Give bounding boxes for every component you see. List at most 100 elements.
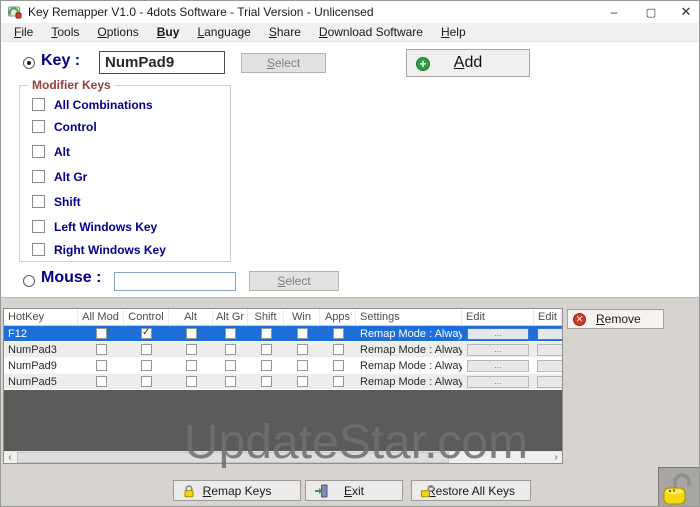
menu-language[interactable]: Language bbox=[188, 24, 259, 40]
modifier-keys-group: Modifier Keys All Combinations Control A… bbox=[19, 85, 231, 262]
alt-checkbox[interactable] bbox=[186, 376, 197, 387]
table-row[interactable]: NumPad5 Remap Mode : Always ... bbox=[4, 374, 562, 390]
alt-gr-checkbox[interactable] bbox=[32, 170, 45, 183]
column-apps[interactable]: Apps bbox=[320, 309, 356, 325]
exit-button[interactable]: Exit bbox=[305, 480, 403, 501]
left-windows-key-checkbox[interactable] bbox=[32, 220, 45, 233]
modifier-control[interactable]: Control bbox=[32, 119, 97, 134]
column-control[interactable]: Control bbox=[124, 309, 169, 325]
edit2-button[interactable] bbox=[537, 344, 562, 356]
column-alt-gr[interactable]: Alt Gr bbox=[213, 309, 248, 325]
table-row[interactable]: NumPad3 Remap Mode : Always ... bbox=[4, 342, 562, 358]
menu-download-software[interactable]: Download Software bbox=[310, 24, 432, 40]
alt-checkbox[interactable] bbox=[32, 145, 45, 158]
scroll-right-icon[interactable]: › bbox=[550, 452, 562, 463]
control-checkbox[interactable] bbox=[32, 120, 45, 133]
table-row[interactable]: NumPad9 Remap Mode : Always ... bbox=[4, 358, 562, 374]
restore-all-keys-button[interactable]: Restore All Keys bbox=[411, 480, 531, 501]
apps-checkbox[interactable] bbox=[333, 360, 344, 371]
edit-button[interactable]: ... bbox=[467, 376, 529, 388]
win-checkbox[interactable] bbox=[297, 376, 308, 387]
shift-checkbox[interactable] bbox=[261, 376, 272, 387]
horizontal-scrollbar[interactable]: ‹ › bbox=[4, 451, 562, 463]
modifier-all-combinations[interactable]: All Combinations bbox=[32, 97, 153, 112]
control-checkbox[interactable] bbox=[141, 328, 152, 339]
menu-help[interactable]: Help bbox=[432, 24, 475, 40]
shift-checkbox[interactable] bbox=[261, 328, 272, 339]
alt-checkbox[interactable] bbox=[186, 344, 197, 355]
shift-checkbox[interactable] bbox=[261, 344, 272, 355]
right-windows-key-checkbox[interactable] bbox=[32, 243, 45, 256]
remove-button[interactable]: ✕ Remove bbox=[567, 309, 664, 329]
apps-checkbox[interactable] bbox=[333, 376, 344, 387]
edit2-button[interactable] bbox=[537, 360, 562, 372]
menu-share[interactable]: Share bbox=[260, 24, 310, 40]
apps-checkbox[interactable] bbox=[333, 344, 344, 355]
win-checkbox[interactable] bbox=[297, 360, 308, 371]
column-all-mod[interactable]: All Mod bbox=[78, 309, 124, 325]
hotkey-cell: NumPad3 bbox=[4, 342, 78, 357]
minimize-button[interactable]: – bbox=[599, 1, 629, 23]
column-edit2[interactable]: Edit F bbox=[534, 309, 562, 325]
column-win[interactable]: Win bbox=[284, 309, 320, 325]
control-checkbox[interactable] bbox=[141, 360, 152, 371]
exit-door-icon bbox=[314, 484, 328, 498]
all-mod-checkbox[interactable] bbox=[96, 376, 107, 387]
column-settings[interactable]: Settings bbox=[356, 309, 462, 325]
all-combinations-checkbox[interactable] bbox=[32, 98, 45, 111]
shift-checkbox[interactable] bbox=[261, 360, 272, 371]
column-edit[interactable]: Edit bbox=[462, 309, 534, 325]
apps-checkbox[interactable] bbox=[333, 328, 344, 339]
edit-button[interactable]: ... bbox=[467, 360, 529, 372]
all-mod-checkbox[interactable] bbox=[96, 344, 107, 355]
hotkey-cell: NumPad9 bbox=[4, 358, 78, 373]
alt-gr-checkbox[interactable] bbox=[225, 344, 236, 355]
win-checkbox[interactable] bbox=[297, 328, 308, 339]
settings-cell: Remap Mode : Always bbox=[356, 374, 462, 389]
scroll-left-icon[interactable]: ‹ bbox=[4, 452, 16, 463]
maximize-button[interactable]: ▢ bbox=[636, 1, 666, 23]
mouse-select-button[interactable]: Select bbox=[249, 271, 339, 291]
modifier-alt-gr[interactable]: Alt Gr bbox=[32, 169, 87, 184]
control-checkbox[interactable] bbox=[141, 344, 152, 355]
close-button[interactable]: ✕ bbox=[671, 1, 700, 23]
window-title: Key Remapper V1.0 - 4dots Software - Tri… bbox=[28, 5, 374, 19]
alt-checkbox[interactable] bbox=[186, 360, 197, 371]
alt-gr-checkbox[interactable] bbox=[225, 376, 236, 387]
column-hotkey[interactable]: HotKey bbox=[4, 309, 78, 325]
scrollbar-thumb[interactable] bbox=[17, 452, 449, 463]
all-mod-checkbox[interactable] bbox=[96, 328, 107, 339]
control-checkbox[interactable] bbox=[141, 376, 152, 387]
open-padlock-icon bbox=[420, 484, 434, 498]
alt-checkbox[interactable] bbox=[186, 328, 197, 339]
key-select-button[interactable]: Select bbox=[241, 53, 326, 73]
trial-lock-button[interactable] bbox=[658, 467, 700, 507]
column-alt[interactable]: Alt bbox=[169, 309, 213, 325]
edit-button[interactable]: ... bbox=[467, 344, 529, 356]
modifier-left-windows-key[interactable]: Left Windows Key bbox=[32, 219, 157, 234]
modifier-shift[interactable]: Shift bbox=[32, 194, 81, 209]
all-mod-checkbox[interactable] bbox=[96, 360, 107, 371]
modifier-right-windows-key[interactable]: Right Windows Key bbox=[32, 242, 166, 257]
mouse-radio[interactable] bbox=[23, 275, 35, 287]
edit2-button[interactable] bbox=[537, 328, 562, 340]
remap-keys-button[interactable]: Remap Keys bbox=[173, 480, 301, 501]
alt-gr-checkbox[interactable] bbox=[225, 360, 236, 371]
modifier-alt[interactable]: Alt bbox=[32, 144, 70, 159]
key-radio[interactable] bbox=[23, 57, 35, 69]
alt-gr-checkbox[interactable] bbox=[225, 328, 236, 339]
column-shift[interactable]: Shift bbox=[248, 309, 284, 325]
menu-tools[interactable]: Tools bbox=[42, 24, 88, 40]
table-row[interactable]: F12 Remap Mode : Always ... bbox=[4, 326, 562, 342]
edit-button[interactable]: ... bbox=[467, 328, 529, 340]
mouse-input[interactable] bbox=[114, 272, 236, 291]
menu-file[interactable]: File bbox=[5, 24, 42, 40]
menubar: File Tools Options Buy Language Share Do… bbox=[1, 23, 700, 42]
menu-buy[interactable]: Buy bbox=[148, 24, 189, 40]
shift-checkbox[interactable] bbox=[32, 195, 45, 208]
add-button[interactable]: + Add bbox=[406, 49, 530, 77]
key-input[interactable] bbox=[99, 51, 225, 74]
edit2-button[interactable] bbox=[537, 376, 562, 388]
menu-options[interactable]: Options bbox=[88, 24, 147, 40]
win-checkbox[interactable] bbox=[297, 344, 308, 355]
